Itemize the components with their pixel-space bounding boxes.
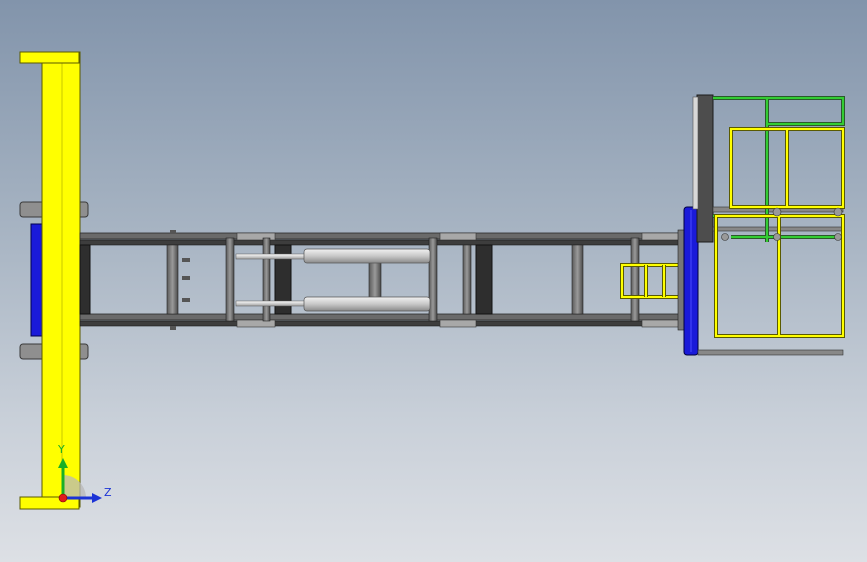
platform-guardrail[interactable]	[692, 94, 845, 356]
main-chassis-frame[interactable]	[79, 230, 681, 330]
cylinder-barrel-upper	[303, 248, 431, 264]
cylinder-barrel-lower	[303, 296, 431, 312]
cylinder-rod-upper	[235, 253, 307, 260]
mast-top-flange	[19, 51, 80, 64]
platform-back-plate	[696, 94, 714, 243]
axis-z-label: Z	[104, 486, 112, 499]
front-mount-plate[interactable]	[677, 206, 699, 356]
mast-column	[41, 51, 81, 508]
mast-blue-plate	[30, 223, 44, 337]
axis-y-label: Y	[58, 443, 65, 456]
boom-mast[interactable]	[19, 51, 89, 510]
cad-viewport[interactable]: Y Z	[0, 0, 867, 562]
cad-model-scene[interactable]	[0, 0, 867, 562]
cylinder-rod-lower	[235, 300, 307, 307]
